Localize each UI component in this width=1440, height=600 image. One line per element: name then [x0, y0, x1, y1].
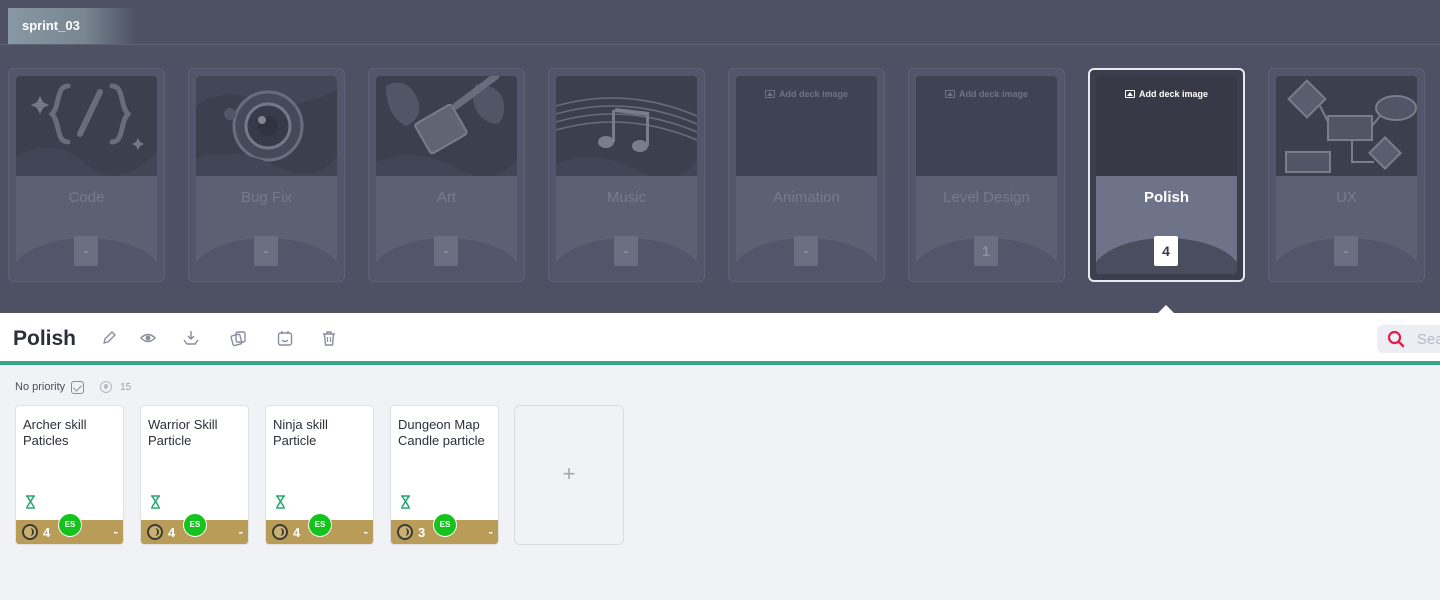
task-card[interactable]: Warrior Skill Particle ES 4 -: [140, 405, 249, 545]
avatar[interactable]: ES: [308, 513, 332, 537]
add-deck-image-button[interactable]: Add deck image: [916, 89, 1057, 99]
task-card[interactable]: Dungeon Map Candle particle ES 3 -: [390, 405, 499, 545]
priority-label: No priority: [15, 381, 66, 393]
deck-strip: sprint_03 Code - Bug Fix - Art - Music -…: [0, 0, 1440, 314]
deck-ux[interactable]: UX -: [1268, 68, 1425, 282]
download-icon[interactable]: [182, 329, 200, 347]
cards-icon[interactable]: [229, 329, 247, 347]
deck-name: Code: [68, 189, 105, 206]
deck-image[interactable]: Add deck image: [916, 76, 1057, 176]
deck-count: -: [74, 236, 98, 266]
deck-polish[interactable]: Add deck image Polish 4: [1088, 68, 1245, 282]
deck-image: [556, 76, 697, 179]
deck-count: -: [614, 236, 638, 266]
image-icon: [764, 90, 775, 98]
trash-icon[interactable]: [320, 329, 338, 347]
deck-name: Level Design: [943, 189, 1030, 206]
image-icon: [1124, 90, 1135, 98]
story-points-icon: [100, 381, 113, 393]
deck-image: [1276, 76, 1417, 176]
add-deck-image-button[interactable]: Add deck image: [1096, 89, 1237, 99]
card-points: 3: [418, 525, 426, 540]
deck-bug-fix[interactable]: Bug Fix -: [188, 68, 345, 282]
search-input[interactable]: [1417, 329, 1440, 349]
paint-art: [376, 76, 517, 177]
hourglass-icon: [26, 495, 35, 509]
deck-music[interactable]: Music -: [548, 68, 705, 282]
deck-count: -: [254, 236, 278, 266]
priority-filter: No priority 15: [15, 379, 131, 395]
deck-count: 4: [1154, 236, 1178, 266]
card-estimate: -: [113, 524, 118, 539]
deck-count: -: [434, 236, 458, 266]
deck-name: Art: [436, 189, 457, 206]
calendar-icon[interactable]: [276, 329, 294, 347]
pencil-icon[interactable]: [100, 329, 118, 347]
deck-image: [376, 76, 517, 177]
page-title: Polish: [13, 327, 77, 350]
deck-name: UX: [1336, 189, 1357, 206]
card-title: Warrior Skill Particle: [148, 417, 218, 448]
deck-animation[interactable]: Add deck image Animation -: [728, 68, 885, 282]
deck-name: Polish: [1143, 189, 1189, 206]
card-estimate: -: [363, 524, 368, 539]
music-art: [556, 76, 697, 179]
card-points: 4: [293, 525, 301, 540]
search-box[interactable]: [1377, 325, 1440, 353]
deck-image[interactable]: Add deck image: [736, 76, 877, 176]
deck-image: [16, 76, 157, 176]
code-art: [16, 76, 157, 176]
deck-level-design[interactable]: Add deck image Level Design 1: [908, 68, 1065, 282]
deck-toolbar: Polish: [0, 313, 1440, 365]
card-estimate: -: [238, 524, 243, 539]
card-estimate: -: [488, 524, 493, 539]
hourglass-icon: [151, 495, 160, 509]
deck-image: [196, 76, 337, 176]
card-title: Archer skill Paticles: [23, 417, 87, 448]
deck-name: Music: [606, 189, 647, 206]
divider: [0, 44, 1440, 45]
search-icon: [1387, 330, 1405, 348]
hourglass-icon: [276, 495, 285, 509]
story-points-icon: [147, 524, 163, 540]
task-card[interactable]: Ninja skill Particle ES 4 -: [265, 405, 374, 545]
avatar[interactable]: ES: [58, 513, 82, 537]
deck-code[interactable]: Code -: [8, 68, 165, 282]
sprint-tab[interactable]: sprint_03: [8, 8, 136, 44]
check-icon[interactable]: [71, 380, 85, 394]
deck-name: Bug Fix: [241, 189, 292, 206]
deck-name: Animation: [773, 189, 840, 206]
task-card[interactable]: Archer skill Paticles ES 4 -: [15, 405, 124, 545]
deck-count: -: [1334, 236, 1358, 266]
image-icon: [944, 90, 955, 98]
story-points-icon: [22, 524, 38, 540]
deck-image[interactable]: Add deck image: [1096, 76, 1237, 176]
points-total: 15: [120, 381, 132, 393]
avatar[interactable]: ES: [183, 513, 207, 537]
story-points-icon: [397, 524, 413, 540]
story-points-icon: [272, 524, 288, 540]
deck-count: -: [794, 236, 818, 266]
add-deck-image-button[interactable]: Add deck image: [736, 89, 877, 99]
hourglass-icon: [401, 495, 410, 509]
card-title: Dungeon Map Candle particle: [398, 417, 485, 448]
plus-icon: +: [562, 461, 576, 486]
avatar[interactable]: ES: [433, 513, 457, 537]
eye-icon[interactable]: [139, 329, 157, 347]
card-points: 4: [168, 525, 176, 540]
add-card-button[interactable]: +: [514, 405, 624, 545]
card-points: 4: [43, 525, 51, 540]
eye-art: [196, 76, 337, 176]
flowchart-art: [1276, 76, 1417, 176]
deck-art[interactable]: Art -: [368, 68, 525, 282]
card-title: Ninja skill Particle: [273, 417, 328, 448]
deck-count: 1: [974, 236, 998, 266]
